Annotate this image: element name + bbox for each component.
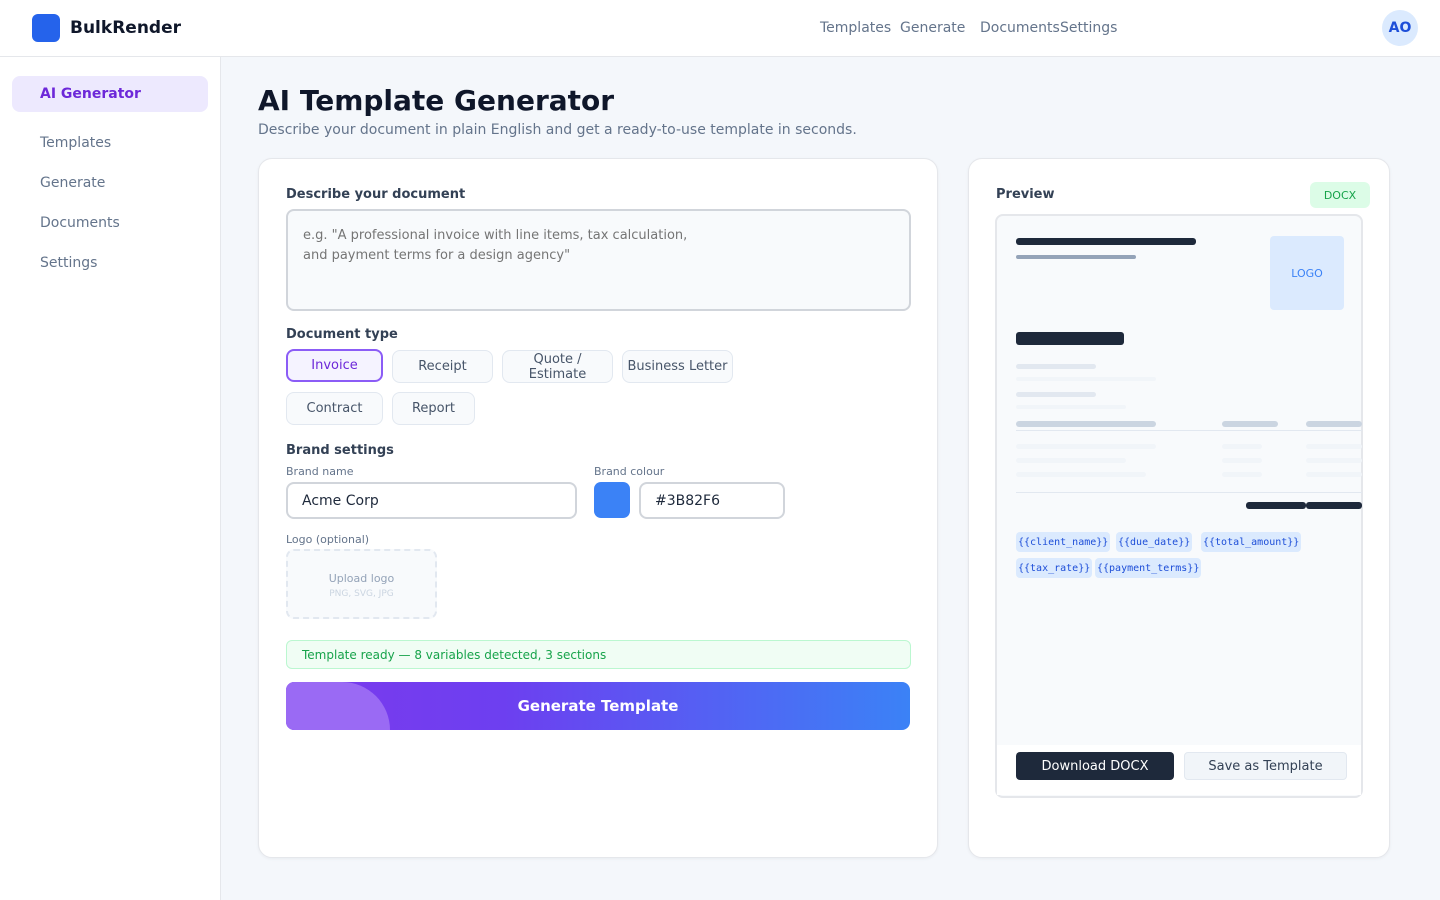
sidebar-item-ai-generator[interactable]: AI Generator: [12, 76, 208, 112]
user-avatar[interactable]: AO: [1382, 10, 1418, 46]
doc-total-divider: [1016, 492, 1362, 493]
doc-table-row-skeleton: [1222, 444, 1262, 449]
doc-subheading-skeleton: [1016, 255, 1136, 259]
topnav-templates[interactable]: Templates: [820, 20, 891, 36]
doc-table-header-skeleton: [1016, 421, 1156, 427]
doc-line-skeleton: [1016, 364, 1096, 369]
sidebar-item-settings[interactable]: Settings: [12, 245, 208, 281]
brand-name-label: Brand name: [286, 465, 354, 478]
sidebar-item-templates[interactable]: Templates: [12, 125, 208, 161]
upload-logo-label: Upload logo: [328, 572, 395, 585]
doc-table-row-skeleton: [1016, 444, 1156, 449]
doctype-label: Document type: [286, 327, 398, 342]
doc-table-divider: [1016, 430, 1362, 431]
doc-line-skeleton: [1016, 405, 1126, 409]
variable-chip-client-name: {{client_name}}: [1016, 532, 1111, 552]
variable-chip-payment-terms: {{payment_terms}}: [1095, 558, 1202, 578]
logo-upload-dropzone[interactable]: Upload logo PNG, SVG, JPG: [286, 549, 437, 619]
doc-table-row-skeleton: [1222, 458, 1262, 463]
doc-total-value-skeleton: [1306, 502, 1362, 509]
doc-logo-placeholder: LOGO: [1270, 236, 1344, 310]
brand-settings-label: Brand settings: [286, 443, 394, 458]
variable-chip-due-date: {{due_date}}: [1116, 532, 1193, 552]
download-docx-button[interactable]: Download DOCX: [1016, 752, 1174, 780]
generate-template-button[interactable]: Generate Template: [286, 682, 910, 730]
topnav-generate[interactable]: Generate: [900, 20, 965, 36]
doctype-receipt-chip[interactable]: Receipt: [392, 350, 493, 383]
doc-title-skeleton: [1016, 332, 1124, 345]
topnav-settings[interactable]: Settings: [1060, 20, 1117, 36]
doc-table-row-skeleton: [1306, 444, 1362, 449]
describe-label: Describe your document: [286, 187, 466, 202]
sidebar-item-generate[interactable]: Generate: [12, 165, 208, 201]
doc-table-row-skeleton: [1306, 472, 1362, 477]
doc-table-row-skeleton: [1222, 472, 1262, 477]
app-logo-icon: [32, 14, 60, 42]
page-subtitle: Describe your document in plain English …: [258, 122, 857, 138]
doc-table-row-skeleton: [1306, 458, 1362, 463]
topnav-documents[interactable]: Documents: [980, 20, 1060, 36]
doc-heading-skeleton: [1016, 238, 1196, 245]
brand-colour-hex-input[interactable]: [639, 482, 785, 519]
format-badge: DOCX: [1310, 182, 1370, 208]
brand-colour-label: Brand colour: [594, 465, 665, 478]
sidebar-item-documents[interactable]: Documents: [12, 205, 208, 241]
doc-table-header-skeleton: [1306, 421, 1362, 427]
doctype-report-chip[interactable]: Report: [392, 392, 475, 425]
doc-line-skeleton: [1016, 392, 1096, 397]
doctype-quote-chip[interactable]: Quote / Estimate: [502, 350, 613, 383]
upload-formats-label: PNG, SVG, JPG: [329, 589, 394, 599]
doctype-invoice-chip[interactable]: Invoice: [286, 349, 383, 382]
doc-line-skeleton: [1016, 377, 1156, 381]
doc-table-row-skeleton: [1016, 472, 1146, 477]
generate-template-label: Generate Template: [517, 697, 679, 715]
top-bar: BulkRender Templates Generate Documents …: [0, 0, 1440, 57]
doctype-contract-chip[interactable]: Contract: [286, 392, 383, 425]
save-as-template-button[interactable]: Save as Template: [1184, 752, 1347, 780]
logo-label: Logo (optional): [286, 533, 370, 546]
status-banner: Template ready — 8 variables detected, 3…: [286, 640, 911, 669]
doc-total-label-skeleton: [1246, 502, 1306, 509]
brand-colour-swatch[interactable]: [594, 482, 630, 518]
page-title: AI Template Generator: [258, 84, 615, 117]
brand-name-input[interactable]: [286, 482, 577, 519]
app-name: BulkRender: [70, 18, 181, 38]
doctype-letter-chip[interactable]: Business Letter: [622, 350, 733, 383]
describe-textarea[interactable]: [286, 209, 911, 311]
variable-chip-tax-rate: {{tax_rate}}: [1016, 558, 1093, 578]
preview-title: Preview: [996, 187, 1055, 202]
button-highlight-decoration: [286, 682, 390, 730]
doc-table-row-skeleton: [1016, 458, 1126, 463]
doc-table-header-skeleton: [1222, 421, 1278, 427]
variable-chip-total-amount: {{total_amount}}: [1201, 532, 1302, 552]
